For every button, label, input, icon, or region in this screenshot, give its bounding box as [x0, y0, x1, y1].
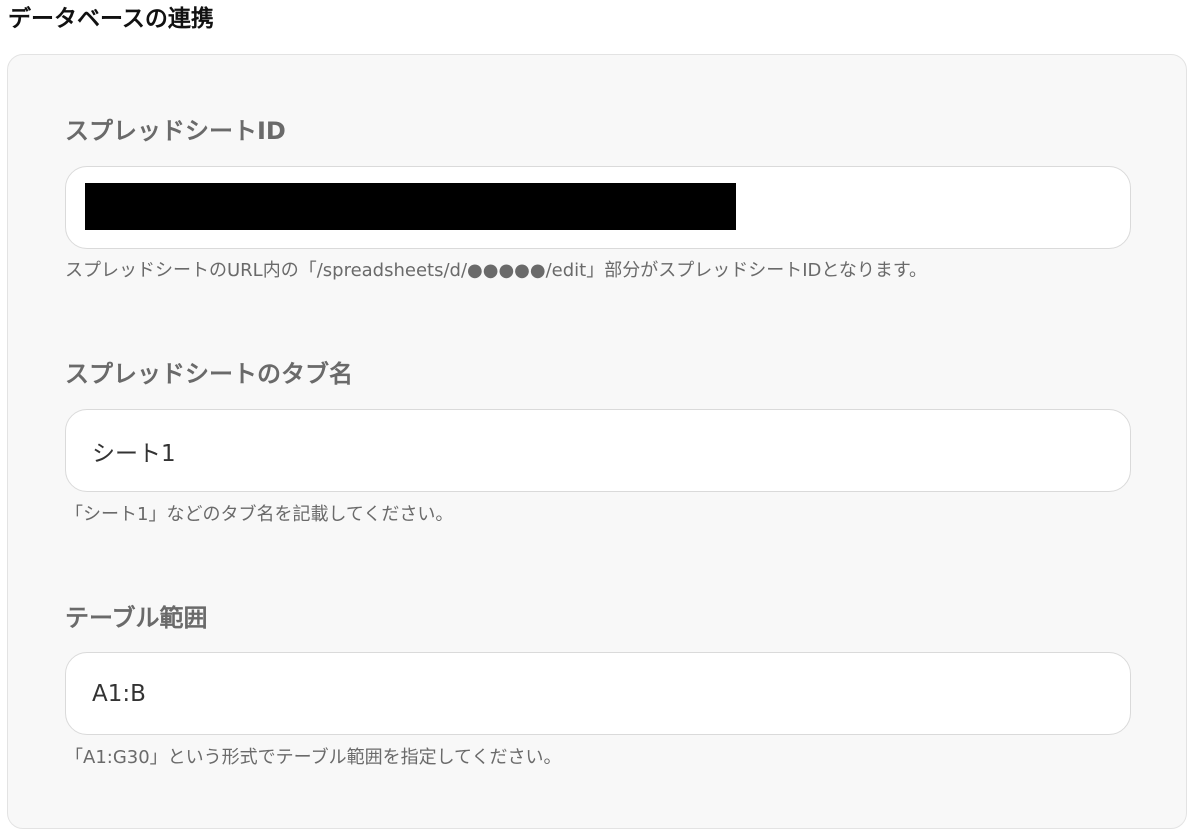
- tab-name-label: スプレッドシートのタブ名: [65, 360, 353, 388]
- spreadsheet-id-help: スプレッドシートのURL内の「/spreadsheets/d/●●●●●/edi…: [65, 260, 928, 281]
- table-range-help: 「A1:G30」という形式でテーブル範囲を指定してください。: [65, 747, 562, 768]
- spreadsheet-id-label: スプレッドシートID: [65, 117, 286, 145]
- section-title: データベースの連携: [8, 6, 214, 32]
- table-range-label: テーブル範囲: [65, 604, 208, 632]
- tab-name-help: 「シート1」などのタブ名を記載してください。: [65, 504, 454, 525]
- table-range-input[interactable]: [65, 652, 1131, 735]
- redacted-value-block: [85, 183, 736, 230]
- database-link-panel: スプレッドシートID スプレッドシートのURL内の「/spreadsheets/…: [7, 54, 1187, 829]
- tab-name-input[interactable]: [65, 409, 1131, 492]
